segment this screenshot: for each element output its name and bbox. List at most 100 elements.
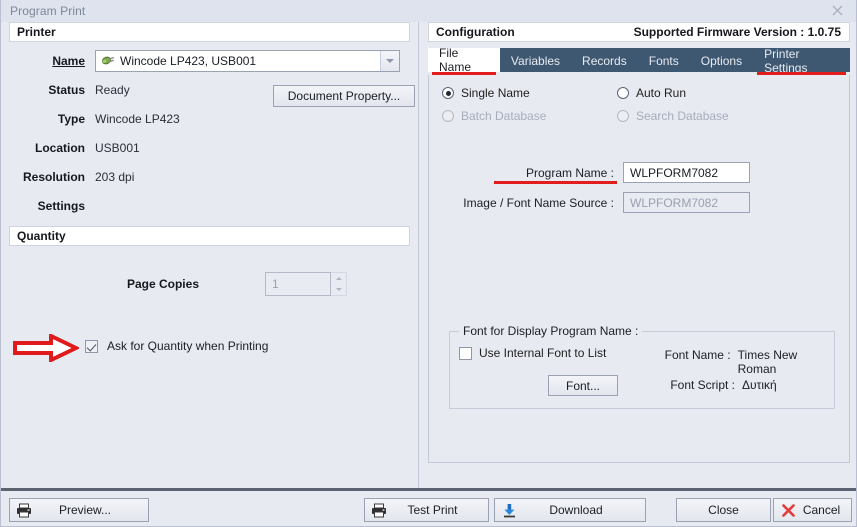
- caret-up-icon: [335, 277, 342, 280]
- radio-batch-database-indicator: [442, 110, 454, 122]
- download-arrow-icon: [495, 503, 523, 518]
- tab-records-label: Records: [582, 54, 627, 68]
- printer-name-combo[interactable]: Wincode LP423, USB001: [95, 49, 400, 72]
- test-print-button[interactable]: Test Print: [364, 498, 489, 522]
- quantity-group-title: Quantity: [17, 229, 66, 243]
- radio-search-database: Search Database: [617, 109, 729, 123]
- printer-name-value: Wincode LP423, USB001: [120, 53, 257, 68]
- tab-options-label: Options: [700, 54, 743, 68]
- font-name-value: Times New Roman: [737, 348, 798, 376]
- tab-printer-settings-label: Printer Settings: [764, 47, 808, 75]
- use-internal-font-label: Use Internal Font to List: [479, 346, 607, 360]
- printer-type-value: Wincode LP423: [95, 111, 180, 126]
- download-button-label: Download: [549, 503, 603, 517]
- tab-fonts[interactable]: Fonts: [638, 50, 690, 72]
- quantity-group-header: Quantity: [9, 226, 410, 246]
- program-name-input[interactable]: WLPFORM7082: [623, 162, 750, 183]
- page-copies-stepper[interactable]: 1: [265, 272, 347, 296]
- page-copies-label: Page Copies: [126, 277, 199, 291]
- font-button[interactable]: Font...: [548, 375, 618, 396]
- printer-location-label: Location: [35, 140, 85, 155]
- document-property-button[interactable]: Document Property...: [273, 85, 415, 107]
- printer-group-body: Name Wincode LP423, USB001 Status Ready …: [9, 42, 410, 218]
- page-copies-spin-buttons[interactable]: [331, 272, 347, 296]
- printer-resolution-value: 203 dpi: [95, 169, 135, 184]
- radio-auto-run-indicator[interactable]: [617, 87, 629, 99]
- radio-single-name[interactable]: Single Name: [442, 86, 530, 100]
- tab-file-name[interactable]: File Name: [428, 46, 500, 75]
- font-script-key: Font Script :: [670, 378, 735, 392]
- printer-resolution-label: Resolution: [23, 169, 85, 184]
- tab-file-name-label: File Name: [439, 46, 472, 74]
- dialog-body: Printer Name Wincode LP423, USB001 Statu…: [1, 22, 856, 526]
- font-script-value: Δυτική: [742, 378, 777, 392]
- configuration-header: Configuration Supported Firmware Version…: [428, 22, 850, 42]
- radio-auto-run[interactable]: Auto Run: [617, 86, 686, 100]
- printer-name-dropdown-arrow[interactable]: [380, 50, 399, 71]
- printer-plug-icon: [100, 54, 115, 67]
- font-display-group-legend: Font for Display Program Name :: [459, 324, 643, 338]
- printer-name-label: Name: [52, 53, 85, 68]
- close-button[interactable]: Close: [676, 498, 771, 522]
- printer-settings-label: Settings: [37, 198, 85, 213]
- cancel-button-label: Cancel: [802, 503, 841, 517]
- tab-fonts-label: Fonts: [648, 54, 679, 68]
- program-name-label: Program Name :: [448, 166, 623, 184]
- printer-icon: [10, 503, 38, 518]
- window-title: Program Print: [10, 4, 86, 18]
- tab-printer-settings[interactable]: Printer Settings: [753, 47, 850, 75]
- printer-group-title: Printer: [17, 25, 56, 39]
- ask-for-quantity-row[interactable]: Ask for Quantity when Printing: [85, 339, 268, 353]
- font-button-label: Font...: [565, 378, 600, 393]
- tab-options[interactable]: Options: [690, 50, 753, 72]
- annotation-arrow: [13, 332, 81, 365]
- radio-batch-database: Batch Database: [442, 109, 546, 123]
- tab-variables-label: Variables: [510, 54, 561, 68]
- file-name-tab-panel: Single Name Auto Run Batch Database Sear…: [428, 75, 850, 463]
- bottom-button-bar: Preview... Test Print Download Close Can…: [1, 488, 856, 526]
- red-x-icon: [774, 503, 802, 518]
- radio-single-name-indicator[interactable]: [442, 87, 454, 99]
- left-pane: Printer Name Wincode LP423, USB001 Statu…: [1, 22, 419, 488]
- printer-name-row: Name Wincode LP423, USB001: [9, 48, 410, 73]
- download-button[interactable]: Download: [494, 498, 646, 522]
- image-font-source-row: Image / Font Name Source : WLPFORM7082: [448, 192, 750, 213]
- use-internal-font-checkbox[interactable]: [459, 346, 472, 360]
- printer-group-header: Printer: [9, 22, 410, 42]
- font-script-info: Font Script : Δυτική: [650, 378, 777, 392]
- configuration-title: Configuration: [436, 25, 515, 39]
- image-font-source-label: Image / Font Name Source :: [463, 195, 614, 210]
- document-property-button-label: Document Property...: [287, 89, 401, 103]
- printer-resolution-row: Resolution 203 dpi: [9, 164, 410, 189]
- font-name-key: Font Name :: [664, 348, 731, 362]
- font-name-info: Font Name : Times New Roman: [650, 348, 834, 376]
- preview-button-label: Preview...: [58, 503, 112, 517]
- printer-type-label: Type: [57, 111, 85, 126]
- close-button-label: Close: [708, 503, 739, 517]
- radio-auto-run-label: Auto Run: [636, 86, 687, 100]
- page-copies-decrement-button[interactable]: [331, 284, 346, 295]
- radio-search-database-label: Search Database: [636, 109, 729, 123]
- close-icon: [832, 5, 842, 16]
- use-internal-font-row[interactable]: Use Internal Font to List: [459, 346, 606, 360]
- program-print-dialog: Program Print Printer Name Wincode LP423…: [0, 0, 857, 527]
- tab-variables[interactable]: Variables: [500, 50, 571, 72]
- printer-settings-row: Settings: [9, 193, 410, 218]
- page-copies-increment-button[interactable]: [331, 273, 346, 284]
- printer-type-row: Type Wincode LP423: [9, 106, 410, 131]
- cancel-button[interactable]: Cancel: [773, 498, 852, 522]
- title-bar: Program Print: [1, 0, 856, 22]
- window-close-button[interactable]: [824, 2, 850, 19]
- configuration-tabbar: File Name Variables Records Fonts Option…: [428, 46, 850, 75]
- page-copies-input[interactable]: 1: [265, 272, 331, 296]
- tab-records[interactable]: Records: [571, 50, 638, 72]
- printer-group: Printer Name Wincode LP423, USB001 Statu…: [9, 22, 415, 218]
- test-print-button-label: Test Print: [407, 503, 458, 517]
- chevron-down-icon: [386, 58, 394, 63]
- ask-for-quantity-checkbox[interactable]: [85, 339, 98, 353]
- printer-icon: [365, 503, 393, 518]
- preview-button[interactable]: Preview...: [9, 498, 149, 522]
- caret-down-icon: [335, 288, 342, 291]
- right-pane: Configuration Supported Firmware Version…: [420, 22, 856, 488]
- printer-location-value: USB001: [95, 140, 140, 155]
